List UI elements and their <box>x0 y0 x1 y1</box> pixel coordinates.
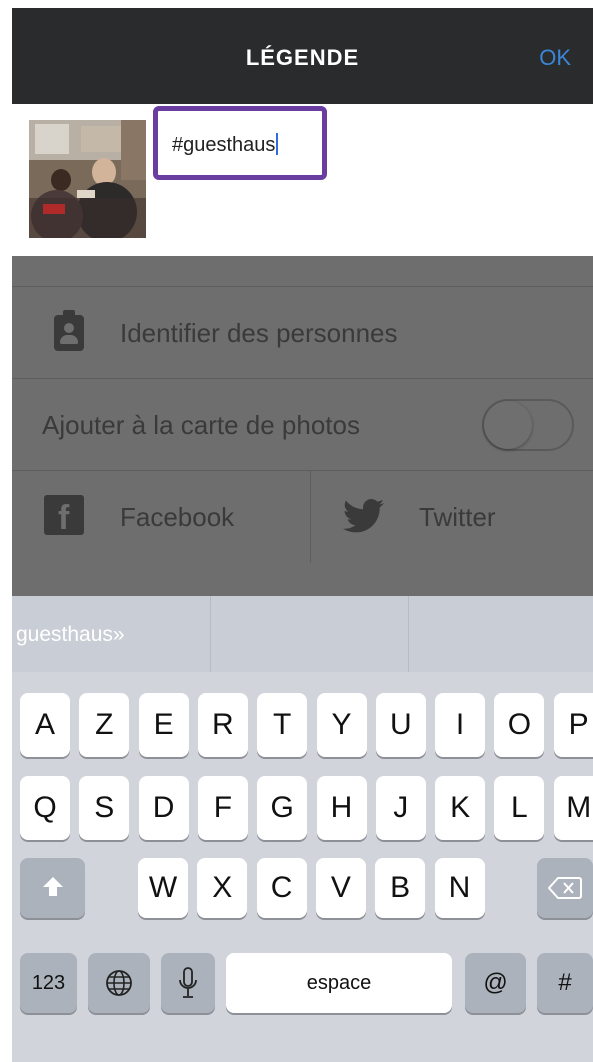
share-facebook[interactable]: f Facebook <box>12 471 310 563</box>
photo-map-label: Ajouter à la carte de photos <box>42 410 360 440</box>
key-t[interactable]: T <box>257 693 308 757</box>
ok-button[interactable]: OK <box>539 8 571 104</box>
twitter-label: Twitter <box>419 502 496 532</box>
facebook-label: Facebook <box>120 502 235 532</box>
key-s[interactable]: S <box>79 776 130 840</box>
divider <box>210 596 211 672</box>
backspace-icon <box>548 877 582 899</box>
text-cursor <box>276 133 279 155</box>
keyboard: guesthaus» AZERTYUIOP QSDFGHJKLM WXCVBN … <box>12 596 593 1062</box>
key-x[interactable]: X <box>197 858 248 918</box>
toggle-knob <box>484 401 532 449</box>
key-o[interactable]: O <box>494 693 545 757</box>
facebook-icon: f <box>44 495 84 537</box>
globe-key[interactable] <box>88 953 150 1013</box>
microphone-icon <box>179 967 197 998</box>
key-h[interactable]: H <box>316 776 367 840</box>
page-title: LÉGENDE <box>245 45 360 70</box>
space-key[interactable]: espace <box>226 953 452 1013</box>
numbers-key[interactable]: 123 <box>20 953 77 1013</box>
photo-map-row: Ajouter à la carte de photos <box>12 378 593 471</box>
share-row: f Facebook Twitter <box>12 470 593 597</box>
app-frame: LÉGENDE OK #guesthaus Identifier des per… <box>12 8 593 1062</box>
divider <box>408 596 409 672</box>
key-p[interactable]: P <box>553 693 593 757</box>
key-q[interactable]: Q <box>20 776 70 840</box>
key-e[interactable]: E <box>138 693 189 757</box>
photo-map-toggle[interactable] <box>482 399 574 451</box>
globe-icon <box>106 970 132 996</box>
key-m[interactable]: M <box>553 776 593 840</box>
key-n[interactable]: N <box>434 858 485 918</box>
key-k[interactable]: K <box>435 776 486 840</box>
delete-key[interactable] <box>537 858 593 918</box>
caption-input[interactable]: #guesthaus <box>153 106 327 180</box>
key-v[interactable]: V <box>315 858 366 918</box>
tag-people-label: Identifier des personnes <box>120 318 398 348</box>
suggestion-item[interactable]: guesthaus» <box>16 596 125 674</box>
suggestion-bar: guesthaus» <box>12 596 593 672</box>
dictation-key[interactable] <box>161 953 215 1013</box>
tag-people-row[interactable]: Identifier des personnes <box>12 286 593 379</box>
hash-key[interactable]: # <box>537 953 593 1013</box>
key-a[interactable]: A <box>20 693 70 757</box>
key-j[interactable]: J <box>375 776 426 840</box>
nav-bar: LÉGENDE OK <box>12 8 593 104</box>
key-d[interactable]: D <box>138 776 189 840</box>
key-u[interactable]: U <box>375 693 426 757</box>
key-r[interactable]: R <box>197 693 248 757</box>
key-y[interactable]: Y <box>316 693 367 757</box>
key-w[interactable]: W <box>138 858 188 918</box>
tag-person-icon <box>54 310 84 351</box>
key-g[interactable]: G <box>257 776 308 840</box>
twitter-icon <box>343 499 384 533</box>
key-z[interactable]: Z <box>79 693 130 757</box>
key-l[interactable]: L <box>494 776 545 840</box>
key-i[interactable]: I <box>435 693 486 757</box>
key-b[interactable]: B <box>375 858 426 918</box>
share-twitter[interactable]: Twitter <box>311 471 593 563</box>
caption-text-wrap: #guesthaus <box>172 133 279 157</box>
caption-text: #guesthaus <box>172 134 276 156</box>
key-f[interactable]: F <box>197 776 248 840</box>
at-key[interactable]: @ <box>465 953 526 1013</box>
key-c[interactable]: C <box>256 858 307 918</box>
shift-arrow-icon <box>42 877 63 899</box>
photo-thumbnail <box>29 120 146 238</box>
share-options: Identifier des personnes Ajouter à la ca… <box>12 256 593 596</box>
caption-area: #guesthaus <box>12 104 593 256</box>
shift-key[interactable] <box>20 858 85 918</box>
